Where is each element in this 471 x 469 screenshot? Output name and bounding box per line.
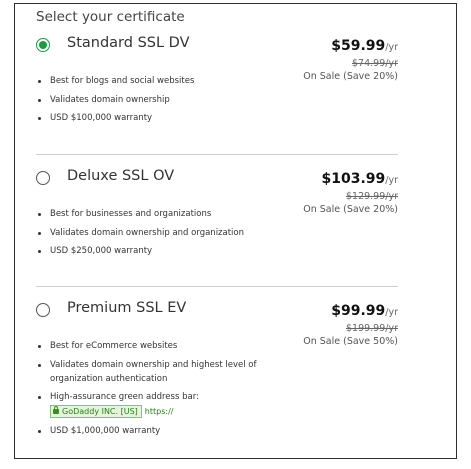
feature-list: Best for eCommerce websites Validates do… bbox=[36, 339, 296, 442]
feature-item-address-bar: High-assurance green address bar: GoDadd… bbox=[36, 390, 296, 419]
page-title: Select your certificate bbox=[36, 9, 185, 25]
feature-item: Validates domain ownership and organizat… bbox=[36, 226, 296, 240]
divider bbox=[36, 286, 398, 287]
address-bar-company: GoDaddy INC. [US] bbox=[62, 407, 138, 416]
original-price: $74.99/yr bbox=[352, 58, 398, 69]
feature-text: High-assurance green address bar: bbox=[50, 392, 199, 402]
divider bbox=[36, 154, 398, 155]
feature-item: Validates domain ownership bbox=[36, 93, 296, 107]
price: $99.99 bbox=[331, 303, 386, 319]
radio-button-selected[interactable] bbox=[36, 38, 50, 52]
feature-item: Validates domain ownership and highest l… bbox=[36, 358, 296, 386]
sale-label: On Sale (Save 20%) bbox=[303, 204, 398, 215]
feature-item: USD $1,000,000 warranty bbox=[36, 424, 296, 438]
price-box: $103.99/yr $129.99/yr On Sale (Save 20%) bbox=[303, 168, 398, 215]
lock-icon bbox=[53, 406, 59, 414]
feature-item: Best for eCommerce websites bbox=[36, 339, 296, 353]
price: $59.99 bbox=[331, 38, 386, 54]
green-address-bar: GoDaddy INC. [US] https:// bbox=[50, 405, 173, 419]
feature-item: Best for blogs and social websites bbox=[36, 74, 296, 88]
price-period: /yr bbox=[385, 307, 398, 318]
feature-list: Best for businesses and organizations Va… bbox=[36, 207, 296, 263]
plan-name: Deluxe SSL OV bbox=[67, 168, 175, 184]
feature-list: Best for blogs and social websites Valid… bbox=[36, 74, 296, 130]
original-price: $129.99/yr bbox=[345, 191, 398, 202]
address-bar-badge: GoDaddy INC. [US] bbox=[50, 405, 142, 418]
radio-button[interactable] bbox=[36, 303, 50, 317]
plan-name: Premium SSL EV bbox=[67, 300, 187, 316]
radio-button[interactable] bbox=[36, 171, 50, 185]
sale-label: On Sale (Save 50%) bbox=[303, 336, 398, 347]
feature-item: USD $250,000 warranty bbox=[36, 244, 296, 258]
sale-label: On Sale (Save 20%) bbox=[303, 71, 398, 82]
price-period: /yr bbox=[385, 42, 398, 53]
feature-item: Best for businesses and organizations bbox=[36, 207, 296, 221]
price-box: $99.99/yr $199.99/yr On Sale (Save 50%) bbox=[303, 300, 398, 347]
address-bar-protocol: https:// bbox=[144, 407, 174, 416]
price-period: /yr bbox=[385, 175, 398, 186]
original-price: $199.99/yr bbox=[345, 323, 398, 334]
feature-item: USD $100,000 warranty bbox=[36, 111, 296, 125]
price: $103.99 bbox=[321, 171, 386, 187]
plan-name: Standard SSL DV bbox=[67, 35, 190, 51]
price-box: $59.99/yr $74.99/yr On Sale (Save 20%) bbox=[303, 35, 398, 82]
